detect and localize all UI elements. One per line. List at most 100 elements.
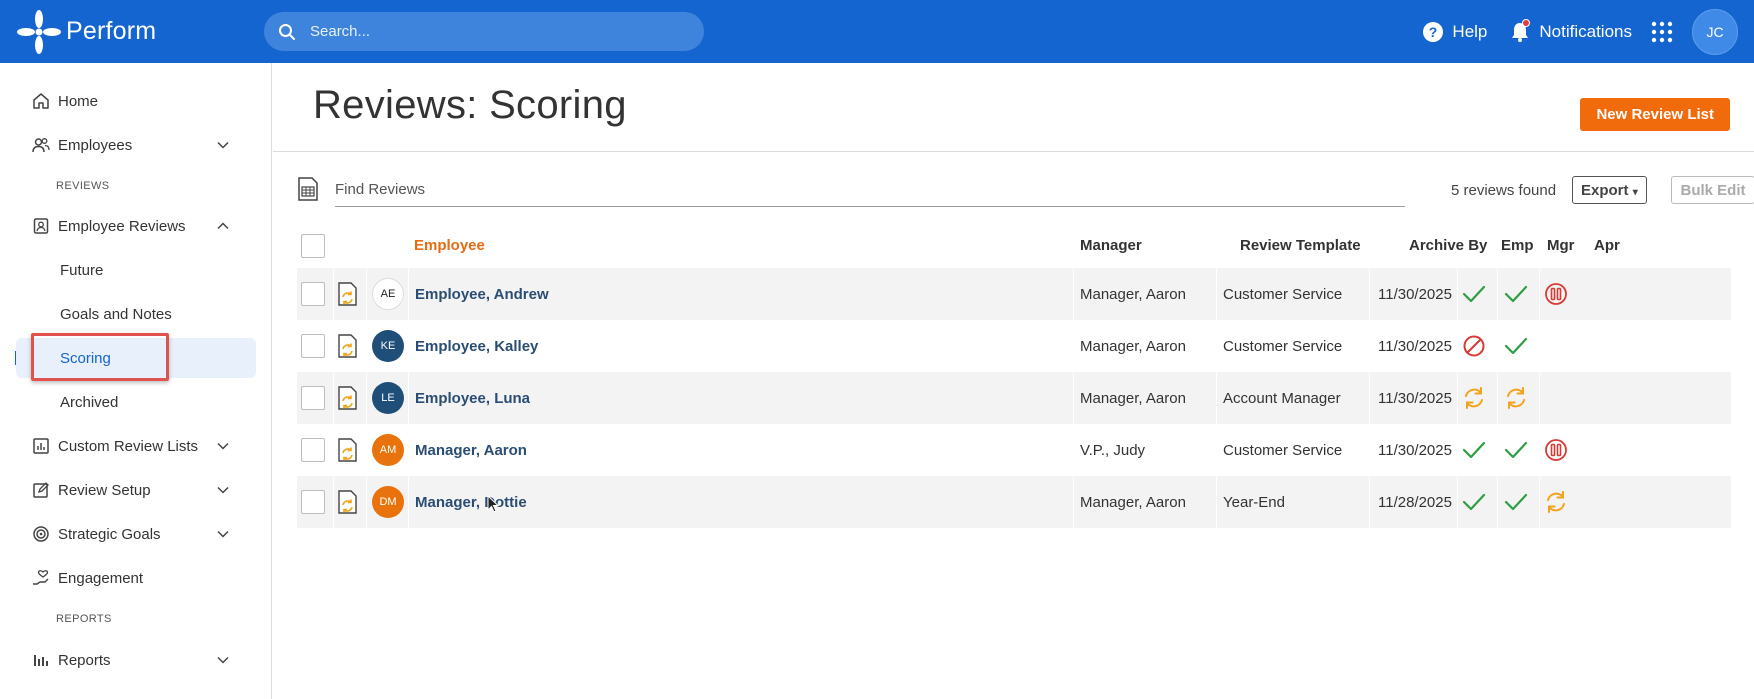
employee-name-link[interactable]: Employee, Luna [408,372,530,424]
table-row[interactable]: AM Manager, Aaron V.P., Judy Customer Servi… [297,424,1731,476]
sidebar-item-employees[interactable]: Employees [16,125,256,165]
apr-status-in-progress-icon [1543,476,1569,528]
annotation-highlight-box [31,333,169,381]
archive-by-date: 11/30/2025 [1369,268,1452,320]
table-row[interactable]: LE Employee, Luna Manager, Aaron Account Ma… [297,372,1731,424]
section-label-reviews: REVIEWS [56,180,110,192]
search-icon [279,23,295,40]
chevron-down-icon [217,656,229,664]
row-checkbox[interactable] [301,282,325,306]
new-review-list-button[interactable]: New Review List [1580,98,1730,131]
sidebar-item-goals-and-notes[interactable]: Goals and Notes [16,294,256,334]
caret-down-icon: ▾ [1632,186,1638,198]
sidebar-item-reports[interactable]: Reports [16,640,256,680]
sidebar-item-employee-reviews[interactable]: Employee Reviews [16,206,256,246]
sidebar-item-home[interactable]: Home [16,81,256,121]
perform-logo-icon [17,9,61,54]
row-checkbox[interactable] [301,490,325,514]
review-document-icon[interactable] [333,320,359,372]
edit-square-icon [33,482,49,498]
column-header-emp[interactable]: Emp [1501,223,1534,268]
help-label: Help [1452,21,1488,41]
archive-by-date: 11/28/2025 [1369,476,1452,528]
mgr-status-check-icon [1503,268,1529,320]
user-avatar[interactable]: JC [1692,8,1738,55]
section-label-reports: REPORTS [56,613,112,625]
spreadsheet-icon [298,177,318,201]
sidebar-item-future[interactable]: Future [16,250,256,290]
sidebar: Home Employees REVIEWS Employee Reviews … [0,63,272,699]
review-template: Year-End [1216,476,1285,528]
review-template: Customer Service [1216,320,1342,372]
table-row[interactable]: KE Employee, Kalley Manager, Aaron Customer… [297,320,1731,372]
app-grid-icon[interactable] [1650,20,1674,44]
emp-status-in-progress-icon [1461,372,1487,424]
search-input[interactable] [310,23,670,40]
sidebar-item-label: Home [58,92,99,110]
employee-name-link[interactable]: Employee, Andrew [408,268,549,320]
row-checkbox[interactable] [301,438,325,462]
review-document-icon[interactable] [333,268,359,320]
manager-name: Manager, Aaron [1073,320,1186,372]
employee-avatar: AM [372,434,404,466]
chevron-down-icon [217,486,229,494]
sidebar-item-archived[interactable]: Archived [16,382,256,422]
column-header-manager[interactable]: Manager [1080,223,1142,268]
target-icon [33,526,49,542]
row-checkbox[interactable] [301,334,325,358]
sidebar-item-engagement[interactable]: Engagement [16,558,256,598]
select-all-checkbox[interactable] [301,233,325,258]
employee-name-link[interactable]: Manager, Aaron [408,424,527,476]
export-label: Export [1581,181,1629,199]
help-icon: ? [1423,21,1444,42]
global-search[interactable] [264,12,704,51]
home-icon [33,93,49,109]
sidebar-item-label: Review Setup [58,481,151,499]
employee-avatar: DM [372,486,404,518]
table-row[interactable]: DM Manager, Dottie Manager, Aaron Year-End 1… [297,476,1731,528]
employee-name-link[interactable]: Manager, Dottie [408,476,527,528]
sidebar-item-strategic-goals[interactable]: Strategic Goals [16,514,256,554]
column-header-review-template[interactable]: Review Template [1240,223,1361,268]
find-reviews-input[interactable] [335,173,1405,207]
main-content: Reviews: Scoring New Review List 5 revie… [273,63,1754,699]
employee-name-link[interactable]: Employee, Kalley [408,320,538,372]
column-header-archive-by[interactable]: Archive By [1409,223,1487,268]
column-header-apr[interactable]: Apr [1594,223,1620,268]
help-link[interactable]: ? Help [1422,21,1487,43]
sidebar-item-custom-review-lists[interactable]: Custom Review Lists [16,426,256,466]
results-count: 5 reviews found [1451,182,1557,199]
sidebar-item-label: Goals and Notes [60,305,172,323]
archive-by-date: 11/30/2025 [1369,320,1452,372]
column-header-mgr[interactable]: Mgr [1547,223,1575,268]
mouse-cursor-icon [487,495,499,513]
review-document-icon[interactable] [333,476,359,528]
manager-name: Manager, Aaron [1073,372,1186,424]
sidebar-item-label: Future [60,261,104,279]
page-title: Reviews: Scoring [313,83,627,127]
review-document-icon[interactable] [333,424,359,476]
chart-icon [33,438,49,454]
app-logo[interactable]: Perform [16,9,264,55]
sidebar-item-label: Archived [60,393,119,411]
divider [273,151,1754,152]
employee-avatar: AE [372,278,404,310]
sidebar-item-label: Engagement [58,569,144,587]
table-row[interactable]: AE Employee, Andrew Manager, Aaron Customer… [297,268,1731,320]
export-dropdown-button[interactable]: Export ▾ [1572,176,1647,204]
hand-heart-icon [33,570,49,585]
chevron-down-icon [217,442,229,450]
employee-avatar: LE [372,382,404,414]
bulk-edit-button: Bulk Edit [1671,176,1754,204]
row-checkbox[interactable] [301,386,325,410]
sidebar-item-review-setup[interactable]: Review Setup [16,470,256,510]
column-header-employee[interactable]: Employee [414,223,485,268]
app-name: Perform [66,17,157,45]
review-document-icon[interactable] [333,372,359,424]
notifications-link[interactable]: Notifications [1509,18,1632,43]
emp-status-check-icon [1461,424,1487,476]
sidebar-item-label: Custom Review Lists [58,437,199,455]
mgr-status-in-progress-icon [1503,372,1529,424]
table-header: Employee Manager Review Template Archive… [297,223,1731,268]
mgr-status-check-icon [1503,476,1529,528]
